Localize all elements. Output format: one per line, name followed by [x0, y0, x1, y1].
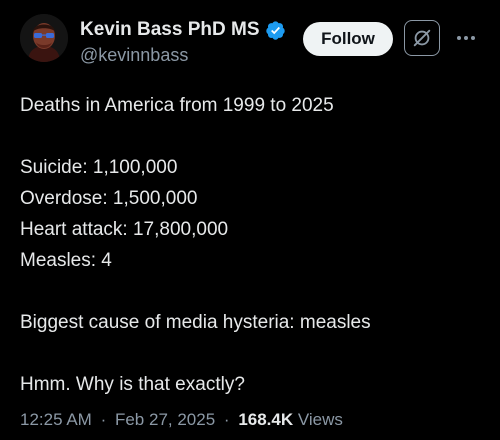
meta-separator: · — [223, 410, 230, 429]
name-row: Kevin Bass PhD MS — [80, 18, 286, 42]
tweet-line-suicide: Suicide: 1,100,000 — [20, 157, 178, 178]
author-block: Kevin Bass PhD MS @kevinnbass — [80, 18, 286, 66]
tweet-line-heart-attack: Heart attack: 17,800,000 — [20, 219, 229, 240]
tweet-line-question: Hmm. Why is that exactly? — [20, 374, 245, 395]
tweet-meta: 12:25 AM · Feb 27, 2025 · 168.4K Views — [20, 410, 343, 430]
tweet-line-measles: Measles: 4 — [20, 250, 112, 271]
avatar-image — [20, 14, 68, 62]
verified-badge-icon[interactable] — [265, 20, 286, 41]
display-name[interactable]: Kevin Bass PhD MS — [80, 19, 260, 41]
tweet-line-overdose: Overdose: 1,500,000 — [20, 188, 198, 209]
follow-button[interactable]: Follow — [303, 22, 393, 56]
meta-separator: · — [100, 410, 107, 429]
more-options-button[interactable] — [452, 24, 480, 52]
avatar[interactable] — [20, 14, 68, 62]
grok-icon — [413, 29, 431, 47]
tweet-card: Kevin Bass PhD MS @kevinnbass Follow Dea… — [0, 0, 500, 440]
handle[interactable]: @kevinnbass — [80, 45, 286, 66]
views-count[interactable]: 168.4K — [238, 410, 293, 429]
tweet-text: Deaths in America from 1999 to 2025 Suic… — [20, 90, 480, 400]
more-horizontal-icon — [457, 36, 475, 40]
tweet-time[interactable]: 12:25 AM — [20, 410, 92, 429]
tweet-date[interactable]: Feb 27, 2025 — [115, 410, 215, 429]
tweet-line-hysteria: Biggest cause of media hysteria: measles — [20, 312, 371, 333]
grok-button[interactable] — [404, 20, 440, 56]
tweet-line-intro: Deaths in America from 1999 to 2025 — [20, 95, 334, 116]
views-label: Views — [297, 410, 343, 429]
